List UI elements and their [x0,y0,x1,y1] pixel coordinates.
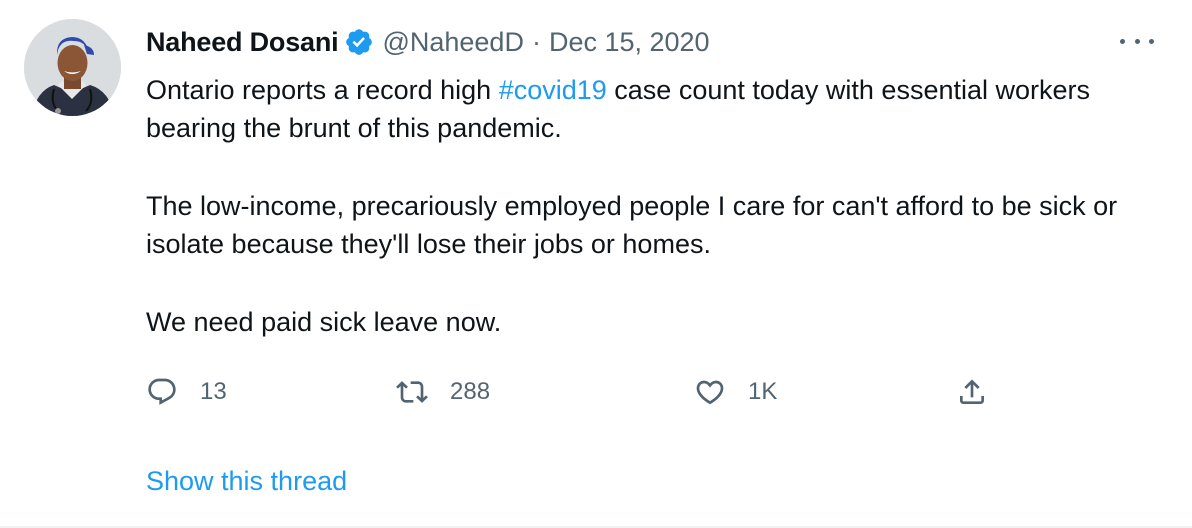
author-handle[interactable]: @NaheedD [382,27,524,58]
more-icon[interactable] [1120,26,1154,56]
reply-button[interactable]: 13 [146,372,227,412]
action-bar: 13 288 1K [146,372,1006,412]
retweet-button[interactable]: 288 [396,372,490,412]
avatar-image [24,19,121,116]
tweet-date[interactable]: Dec 15, 2020 [549,27,710,58]
tweet-paragraph-3: We need paid sick leave now. [146,307,502,337]
more-dot [1120,38,1125,44]
separator-dot: · [531,26,541,57]
share-button[interactable] [956,372,988,412]
tweet-paragraph-2: The low-income, precariously employed pe… [146,191,1118,259]
tweet-header: Naheed Dosani @NaheedD · Dec 15, 2020 [146,22,710,62]
reply-icon [148,378,176,405]
like-count: 1K [748,378,778,405]
like-button[interactable]: 1K [694,372,777,412]
more-dot [1134,38,1140,44]
show-thread-link[interactable]: Show this thread [146,466,347,497]
share-icon [960,379,984,404]
tweet-text: Ontario reports a record high #covid19 c… [146,71,1146,341]
avatar[interactable] [24,19,121,116]
hashtag-link[interactable]: #covid19 [499,75,607,105]
tweet-paragraph-1: Ontario reports a record high #covid19 c… [146,71,1146,147]
author-name[interactable]: Naheed Dosani [146,27,339,58]
retweet-icon [396,381,428,403]
tweet-text-segment: Ontario reports a record high [146,75,499,105]
retweet-count: 288 [450,378,491,405]
verified-badge-icon [346,29,373,55]
heart-icon [696,380,724,405]
reply-count: 13 [200,378,227,405]
tweet-card[interactable]: Naheed Dosani @NaheedD · Dec 15, 2020 On… [0,0,1192,528]
more-dot [1149,38,1154,44]
